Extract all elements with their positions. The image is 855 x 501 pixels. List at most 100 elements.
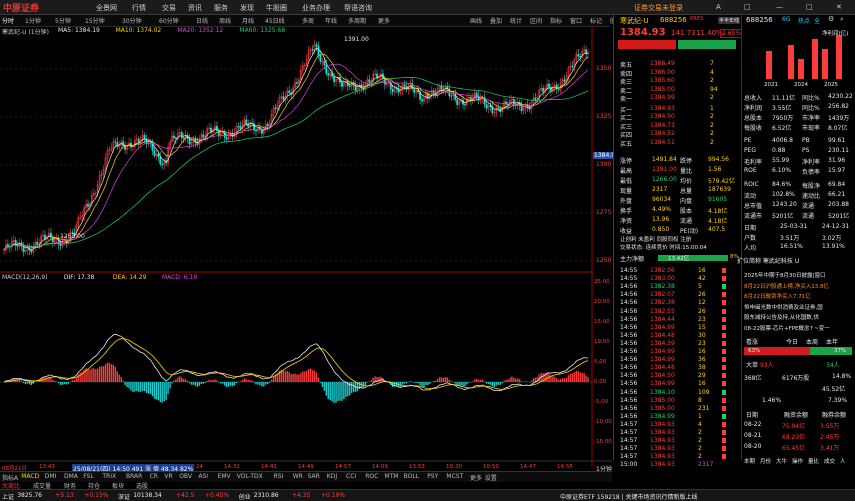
indicator-tab-15[interactable]: SAR (308, 473, 320, 480)
sentiment-tab-0[interactable]: 今日 (786, 337, 798, 346)
indicator-tab-7[interactable]: CR (150, 473, 158, 480)
margin-cell-1-1: 68.23亿 (782, 434, 806, 441)
indicator-tab-12[interactable]: VOL-TDX (237, 473, 263, 480)
indicator-tab-20[interactable]: BOLL (404, 473, 419, 480)
indicator-tab-10[interactable]: ASI (198, 473, 208, 480)
halfday-button[interactable]: 半半年线 (718, 17, 741, 24)
chart-tool-4[interactable]: 指标 (550, 16, 562, 25)
sentiment-tab-2[interactable]: 本年 (826, 337, 838, 346)
indicator-tab-13[interactable]: RSI (274, 473, 284, 480)
close-icon[interactable]: ✕ (836, 3, 842, 11)
skin-icon[interactable]: □ (744, 3, 751, 11)
menu-item-3[interactable]: 资讯 (188, 3, 202, 13)
period-tab-9[interactable]: 45日线 (265, 16, 285, 25)
period-tab-3[interactable]: 15分钟 (85, 16, 105, 25)
indicator-tab-17[interactable]: CCI (346, 473, 356, 480)
indicator-tab-16[interactable]: KDJ (327, 473, 337, 480)
period-tab-0[interactable]: 分时 (2, 16, 14, 25)
indicator-tab-9[interactable]: OBV (179, 473, 192, 480)
chart-tool-3[interactable]: 区间 (530, 16, 542, 25)
kline-chart-area[interactable]: 寒武纪-U (1分钟) MA5: 1384.19 MA10: 1374.02 MA2… (0, 27, 620, 473)
menu-item-1[interactable]: 行情 (132, 3, 146, 13)
tick-vol-16: 8 (698, 396, 702, 404)
period-tab-13[interactable]: 更多 (378, 16, 390, 25)
period-tab-2[interactable]: 5分钟 (55, 16, 71, 25)
menu-item-8[interactable]: 帮语咨询 (344, 3, 372, 13)
period-tab-7[interactable]: 周线 (219, 16, 231, 25)
fin-badge-0[interactable]: 6G (782, 16, 790, 23)
tick-vol-20: 2 (698, 429, 702, 436)
chart-tool-0[interactable]: 画线 (470, 16, 482, 25)
indicator-tab-6[interactable]: BRAR (126, 473, 142, 480)
fin-footer-tab-0[interactable]: 本期 (744, 457, 755, 465)
buy-button[interactable] (618, 40, 676, 49)
indicator-tab-22[interactable]: MCST (446, 473, 463, 480)
fin-label-10: 总市值 (744, 203, 763, 210)
ask-price-2: 1385.60 (650, 77, 675, 84)
menu-item-5[interactable]: 发现 (240, 3, 254, 13)
indicator-tab-18[interactable]: ROC (365, 473, 378, 480)
login-promo[interactable]: 证券交易未登录 (634, 3, 683, 13)
search-icon[interactable]: ⌕ (840, 15, 844, 24)
news-item-4[interactable]: 股东减持公告及持,从化国数,供 (744, 313, 819, 321)
fin-footer-tab-6[interactable]: 人 (840, 457, 846, 465)
chart-tool-5[interactable]: 窗口 (570, 16, 582, 25)
stat-label-1: 最高 (620, 168, 633, 175)
candle-body (550, 86, 552, 92)
news-item-1[interactable]: 8月22日沪股通上榜,净买入13.8亿 (744, 282, 829, 290)
news-item-3[interactable]: 恒申闽光数中供消费及业证券,国 (744, 303, 823, 311)
indicator-tab-19[interactable]: MTM (384, 473, 398, 480)
last-price: 1384.93 (620, 27, 666, 38)
maximize-icon[interactable]: □ (806, 3, 813, 11)
fin-footer-tab-3[interactable]: 操作 (792, 457, 803, 465)
fin-badge-2[interactable]: 全 (814, 16, 820, 25)
indicator-tab-4[interactable]: FSL (83, 473, 94, 480)
fin-badge-1[interactable]: 热点 (798, 16, 810, 25)
chart-tool-2[interactable]: 统计 (510, 16, 522, 25)
tick-time-9: 14:56 (620, 339, 638, 347)
indicator-tab-14[interactable]: WR (293, 473, 303, 480)
indicator-tab-8[interactable]: VR (164, 473, 172, 480)
menu-item-7[interactable]: 业务办理 (302, 3, 330, 13)
menu-item-2[interactable]: 交易 (162, 3, 176, 13)
menu-item-0[interactable]: 全景网 (96, 3, 117, 13)
tick-time-1: 14:55 (620, 275, 638, 283)
candle-body (485, 103, 488, 109)
tick-time-18: 14:56 (620, 412, 638, 420)
period-tab-12[interactable]: 多周期 (348, 16, 366, 25)
fin-footer-tab-4[interactable]: 量比 (808, 457, 819, 465)
kline-chart-svg[interactable] (0, 27, 612, 467)
period-tab-6[interactable]: 日线 (196, 16, 208, 25)
period-tab-11[interactable]: 年线 (325, 16, 337, 25)
menu-item-4[interactable]: 服务 (214, 3, 228, 13)
indicator-tab-11[interactable]: EMV (218, 473, 231, 480)
sell-button[interactable] (678, 40, 736, 49)
fin-footer-tab-2[interactable]: 大牛 (776, 457, 787, 465)
ask-price-1: 1386.00 (650, 68, 675, 76)
indicator-tab-3[interactable]: DMA (64, 473, 78, 480)
news-item-5[interactable]: 08-22股票-芯片+FPE概念↑~变一 (744, 324, 830, 332)
tick-direction-mark (722, 284, 726, 290)
chart-tool-1[interactable]: 叠加 (490, 16, 502, 25)
fin-footer-tab-1[interactable]: 月份 (760, 457, 771, 465)
period-tab-4[interactable]: 30分钟 (122, 16, 142, 25)
gear-icon[interactable]: ⚙ (828, 15, 834, 23)
font-icon[interactable]: A (716, 3, 721, 11)
peak-price-label: 1391.00 (344, 36, 369, 43)
chart-tool-6[interactable]: 标记 (590, 16, 602, 25)
minimize-icon[interactable]: — (776, 3, 783, 11)
news-item-2[interactable]: 8月22日融资净买入7.71亿 (744, 292, 811, 300)
menu-item-6[interactable]: 牛股圈 (266, 3, 287, 13)
indicator-tab-21[interactable]: PSY (427, 473, 438, 480)
fin-footer-tab-5[interactable]: 成交 (824, 457, 835, 465)
period-tab-8[interactable]: 月线 (242, 16, 254, 25)
period-tab-1[interactable]: 1分钟 (25, 16, 41, 25)
indicator-tab-5[interactable]: TRIX (102, 473, 116, 480)
news-item-0[interactable]: 2025年中期于8月30日披露[窗口 (744, 271, 826, 279)
sentiment-tab-1[interactable]: 本周 (806, 337, 818, 346)
indicator-tab-2[interactable]: DMI (45, 473, 57, 480)
indicator-tab-1[interactable]: MACD (21, 473, 39, 480)
stock-tag: KR83 (690, 16, 704, 22)
period-tab-10[interactable]: 多周 (302, 16, 314, 25)
period-tab-5[interactable]: 60分钟 (159, 16, 179, 25)
